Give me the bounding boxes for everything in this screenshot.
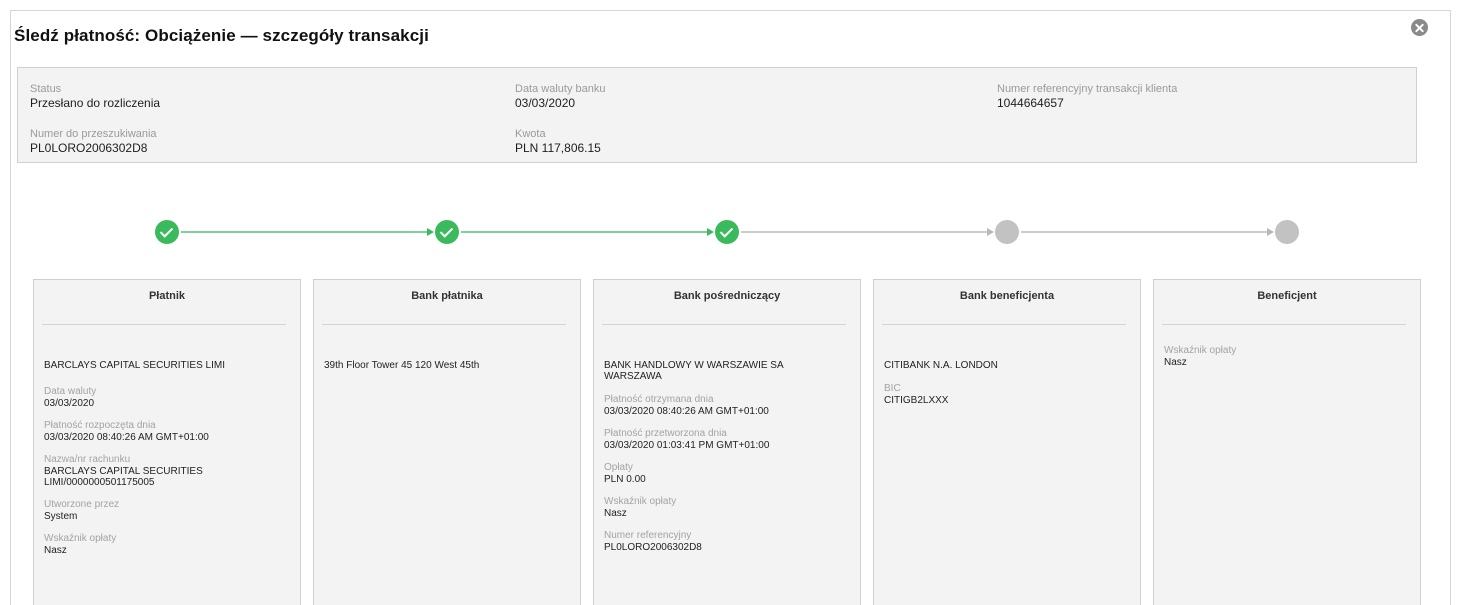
received-value: 03/03/2020 08:40:26 AM GMT+01:00	[604, 406, 769, 417]
fees-value: PLN 0.00	[604, 474, 646, 485]
fee-indicator-value: Nasz	[604, 508, 627, 519]
transaction-summary-panel: Status Przesłano do rozliczenia Data wal…	[17, 67, 1417, 163]
bic-label: BIC	[884, 383, 901, 394]
card-header: Bank pośredniczący	[673, 290, 781, 302]
value-date-field: Data waluty banku 03/03/2020	[515, 83, 606, 111]
beneficiary-bank-name: CITIBANK N.A. LONDON	[884, 360, 998, 371]
fee-indicator-label: Wskaźnik opłaty	[44, 533, 117, 544]
card-divider	[42, 324, 286, 325]
processed-label: Płatność przetworzona dnia	[604, 428, 727, 439]
value-date-value: 03/03/2020	[515, 96, 576, 110]
card-divider	[882, 324, 1126, 325]
card-header: Bank płatnika	[411, 290, 483, 302]
amount-value: PLN 117,806.15	[515, 141, 601, 155]
value-date-label: Data waluty banku	[515, 83, 606, 95]
amount-label: Kwota	[515, 128, 546, 140]
account-value-line-1: BARCLAYS CAPITAL SECURITIES	[44, 466, 203, 477]
client-reference-value: 1044664657	[997, 96, 1064, 110]
card-payer: Płatnik BARCLAYS CAPITAL SECURITIES LIMI…	[33, 279, 301, 605]
card-header: Beneficjent	[1257, 290, 1317, 302]
initiated-label: Płatność rozpoczęta dnia	[44, 420, 156, 431]
created-by-value: System	[44, 511, 78, 522]
created-by-label: Utworzone przez	[44, 499, 120, 510]
received-label: Płatność otrzymana dnia	[604, 394, 714, 405]
fee-indicator-label: Wskaźnik opłaty	[1164, 345, 1237, 356]
search-number-field: Numer do przeszukiwania PL0LORO2006302D8	[30, 128, 157, 156]
client-reference-label: Numer referencyjny transakcji klienta	[997, 83, 1178, 95]
fees-label: Opłaty	[604, 462, 633, 473]
intermediary-bank-name-line-2: WARSZAWA	[604, 371, 662, 382]
card-payer-bank: Bank płatnika 39th Floor Tower 45 120 We…	[313, 279, 581, 605]
card-header: Płatnik	[148, 290, 186, 302]
account-label: Nazwa/nr rachunku	[44, 454, 131, 465]
status-label: Status	[30, 83, 62, 95]
processed-value: 03/03/2020 01:03:41 PM GMT+01:00	[604, 440, 770, 451]
card-divider	[322, 324, 566, 325]
search-number-label: Numer do przeszukiwania	[30, 128, 157, 140]
card-beneficiary-bank: Bank beneficjenta CITIBANK N.A. LONDON B…	[873, 279, 1141, 605]
card-header: Bank beneficjenta	[959, 290, 1055, 302]
card-intermediary-bank: Bank pośredniczący BANK HANDLOWY W WARSZ…	[593, 279, 861, 605]
status-value: Przesłano do rozliczenia	[30, 96, 161, 110]
client-reference-field: Numer referencyjny transakcji klienta 10…	[997, 83, 1177, 111]
reference-number-value: PL0LORO2006302D8	[604, 542, 702, 553]
initiated-value: 03/03/2020 08:40:26 AM GMT+01:00	[44, 432, 209, 443]
page-title: Śledź płatność: Obciążenie — szczegóły t…	[14, 26, 429, 45]
value-date-value: 03/03/2020	[44, 398, 95, 409]
bic-value: CITIGB2LXXX	[884, 395, 949, 406]
status-field: Status Przesłano do rozliczenia	[30, 83, 160, 111]
amount-field: Kwota PLN 117,806.15	[515, 128, 601, 156]
intermediary-bank-name-line-1: BANK HANDLOWY W WARSZAWIE SA	[604, 360, 784, 371]
account-value-line-2: LIMI/0000000501175005	[44, 477, 155, 488]
search-number-value: PL0LORO2006302D8	[30, 141, 148, 155]
fee-indicator-label: Wskaźnik opłaty	[604, 496, 677, 507]
fee-indicator-value: Nasz	[1164, 357, 1187, 368]
card-divider	[602, 324, 846, 325]
payer-bank-address: 39th Floor Tower 45 120 West 45th	[324, 360, 480, 371]
fee-indicator-value: Nasz	[44, 545, 67, 556]
card-beneficiary: Beneficjent Wskaźnik opłaty Nasz	[1153, 279, 1421, 605]
payer-name: BARCLAYS CAPITAL SECURITIES LIMI	[44, 360, 225, 371]
close-icon[interactable]	[1411, 19, 1428, 36]
card-divider	[1162, 324, 1406, 325]
value-date-label: Data waluty	[44, 386, 97, 397]
reference-number-label: Numer referencyjny	[604, 530, 692, 541]
